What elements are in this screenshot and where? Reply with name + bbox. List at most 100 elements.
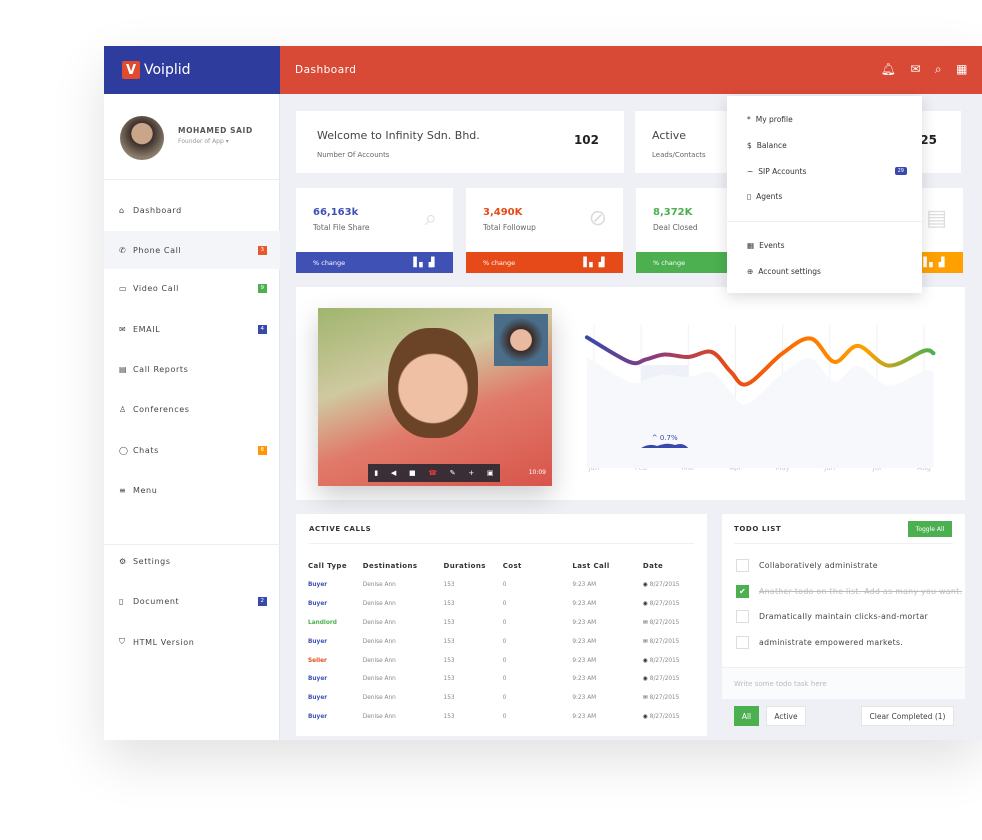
cell-date: ◉ 8/27/2015: [643, 670, 692, 689]
active-calls-panel: ACTIVE CALLS Call Type Destinations Durati…: [296, 514, 707, 736]
column-header[interactable]: Destinations: [363, 556, 444, 576]
stat-change-bar[interactable]: % change ▌▖▗▌: [466, 252, 623, 273]
change-label: % change: [483, 258, 516, 267]
video-call-window[interactable]: ▮ ◀ ■ ☎ ✎ + ▣ 10:09: [318, 308, 552, 486]
bell-icon[interactable]: 🔔︎: [881, 62, 897, 77]
cell-dest: Denise Ann: [362, 657, 396, 664]
cell-dest: Denise Ann: [362, 638, 396, 645]
table-row[interactable]: Buyer Denise Ann 153 0 9:23 AM ✉ 8/27/2015: [308, 632, 692, 651]
sidebar-item-phone-call[interactable]: ✆ Phone Call 3: [104, 231, 280, 269]
sidebar-item-menu[interactable]: ≡ Menu: [104, 471, 280, 509]
line-chart: JanFebMarAprMayJunJulAug^ 0.7%: [584, 325, 936, 472]
column-header[interactable]: Call Type: [308, 556, 363, 576]
table-row[interactable]: Buyer Denise Ann 153 0 9:23 AM ✉ 8/27/2015: [308, 689, 692, 708]
sidebar-item-label: EMAIL: [133, 324, 161, 334]
mail-icon[interactable]: ✉: [910, 62, 921, 77]
divider: [104, 179, 280, 180]
toggle-all-button[interactable]: Toggle All: [908, 521, 952, 537]
shield-icon: ⛉: [119, 637, 126, 646]
sidebar-item-label: Menu: [133, 485, 158, 495]
brand[interactable]: V Voiplid: [104, 46, 280, 94]
date-text: 8/27/2015: [649, 601, 680, 608]
menu-item-icon: $: [747, 141, 752, 150]
cell-last: 9:23 AM: [572, 713, 597, 720]
menu-item-agents[interactable]: ▯ Agents: [747, 192, 907, 201]
filter-all-button[interactable]: All: [734, 706, 759, 726]
hd-icon[interactable]: ▣: [487, 469, 494, 477]
column-header[interactable]: Cost: [503, 556, 573, 576]
table-row[interactable]: Buyer Denise Ann 153 0 9:23 AM ◉ 8/27/2015: [308, 708, 692, 727]
cell-cost: 0: [502, 695, 507, 702]
user-role[interactable]: Founder of App ▾: [178, 138, 229, 145]
sidebar-item-settings[interactable]: ⚙ Settings: [104, 542, 280, 580]
cell-dur: 153: [443, 695, 455, 702]
microphone-icon[interactable]: ▮: [374, 469, 378, 477]
cell-dest: Denise Ann: [362, 713, 396, 720]
phone-icon: ✆: [119, 245, 127, 255]
todo-input[interactable]: Write some todo task here: [722, 667, 965, 699]
add-user-icon[interactable]: +: [468, 469, 474, 477]
cell-dest: Denise Ann: [362, 582, 396, 589]
speaker-icon[interactable]: ◀: [391, 469, 396, 477]
cell-date: ◉ 8/27/2015: [643, 595, 692, 614]
filter-active-button[interactable]: Active: [766, 706, 806, 726]
menu-item-label: My profile: [755, 115, 793, 124]
mini-bar-chart-icon: ▌▖▗▌: [413, 257, 438, 268]
camera-icon[interactable]: ■: [409, 469, 416, 477]
sidebar-item-document[interactable]: ▯ Document 2: [104, 582, 280, 620]
menu-item-sip-accounts[interactable]: ~ SIP Accounts 29: [747, 167, 907, 176]
todo-checkbox[interactable]: [736, 559, 749, 572]
cell-date: ✉ 8/27/2015: [643, 614, 692, 633]
date-text: 8/27/2015: [649, 619, 680, 626]
clipboard-icon: ▤: [926, 206, 947, 231]
todo-checkbox[interactable]: [736, 635, 749, 649]
call-type: Buyer: [308, 713, 328, 720]
pen-icon[interactable]: ✎: [450, 469, 456, 477]
table-row[interactable]: Buyer Denise Ann 153 0 9:23 AM ◉ 8/27/2015: [308, 670, 692, 689]
sidebar-item-label: Conferences: [133, 404, 190, 414]
menu-item-balance[interactable]: $ Balance: [747, 141, 907, 150]
stat-change-bar[interactable]: % change ▌▖▗▌: [296, 252, 453, 273]
table-row[interactable]: Seller Denise Ann 153 0 9:23 AM ◉ 8/27/2015: [308, 651, 692, 670]
menu-item-my-profile[interactable]: * My profile: [747, 115, 907, 124]
self-view-thumbnail[interactable]: [494, 314, 548, 366]
sidebar-item-video-call[interactable]: ▭ Video Call 9: [104, 269, 280, 307]
menu-item-icon: ▯: [747, 192, 752, 201]
sidebar-item-call-reports[interactable]: ▤ Call Reports: [104, 350, 280, 388]
cell-date: ◉ 8/27/2015: [643, 708, 692, 727]
column-header[interactable]: Last Call: [572, 556, 643, 576]
column-header[interactable]: Date: [643, 556, 692, 576]
cell-dur: 153: [443, 657, 455, 664]
envelope-icon: ✉: [642, 695, 648, 702]
menu-item-events[interactable]: ▦ Events: [747, 241, 907, 250]
date-text: 8/27/2015: [649, 582, 680, 589]
table-row[interactable]: Landlord Denise Ann 153 0 9:23 AM ✉ 8/27/2015: [308, 614, 692, 633]
sidebar-item-email[interactable]: ✉ EMAIL 4: [104, 310, 280, 348]
avatar[interactable]: [120, 116, 164, 160]
grid-icon[interactable]: ▦: [956, 62, 968, 77]
table-row[interactable]: Buyer Denise Ann 153 0 9:23 AM ◉ 8/27/2015: [308, 595, 692, 614]
cell-last: 9:23 AM: [572, 676, 597, 683]
search-icon[interactable]: ⌕: [935, 62, 942, 77]
cell-dest: Denise Ann: [362, 676, 396, 683]
date-text: 8/27/2015: [649, 657, 680, 664]
hangup-icon[interactable]: ☎: [428, 469, 437, 477]
menu-item-icon: ⊕: [747, 267, 754, 276]
sidebar-item-chats[interactable]: ◯ Chats 8: [104, 431, 280, 469]
menu-icon: ≡: [119, 485, 127, 495]
menu-item-account-settings[interactable]: ⊕ Account settings: [747, 267, 907, 276]
sidebar-item-label: HTML Version: [133, 637, 195, 647]
sidebar-item-html-version[interactable]: ⛉ HTML Version: [104, 623, 280, 661]
sidebar-item-dashboard[interactable]: ⌂ Dashboard: [104, 191, 280, 229]
clear-completed-button[interactable]: Clear Completed (1): [861, 706, 954, 726]
series-line: [584, 335, 936, 387]
sidebar-item-conferences[interactable]: ♙ Conferences: [104, 390, 280, 428]
column-header[interactable]: Durations: [444, 556, 503, 576]
globe-icon: ◉: [642, 713, 648, 720]
divider: [734, 543, 953, 544]
todo-checkbox[interactable]: ✔: [736, 584, 749, 598]
globe-icon: ◉: [642, 601, 648, 608]
table-row[interactable]: Buyer Denise Ann 153 0 9:23 AM ◉ 8/27/2015: [308, 576, 692, 595]
todo-checkbox[interactable]: [736, 610, 749, 623]
change-label: % change: [653, 258, 686, 267]
